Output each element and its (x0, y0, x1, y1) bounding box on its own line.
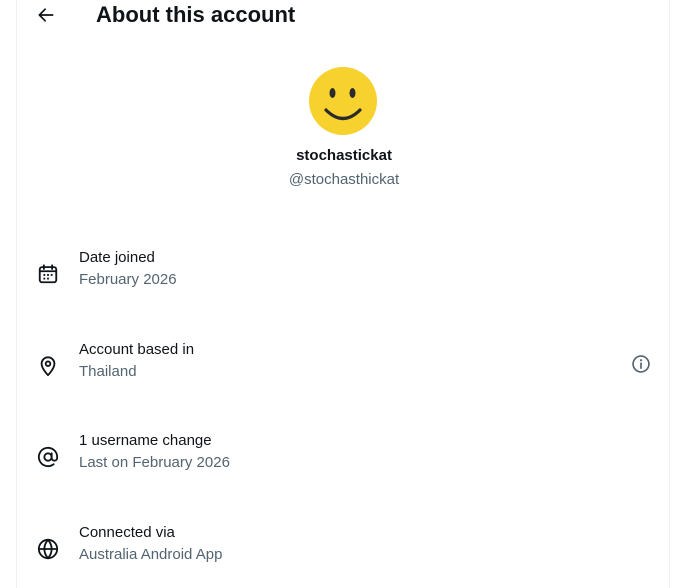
page-title: About this account (96, 2, 296, 27)
row-value: Last on February 2026 (79, 454, 230, 471)
info-row-account-based-in: Account based in Thailand (17, 340, 671, 394)
row-value: Australia Android App (79, 546, 223, 563)
row-value: Thailand (79, 363, 137, 380)
row-label: Connected via (79, 524, 175, 541)
row-label: 1 username change (79, 432, 212, 449)
info-row-date-joined: Date joined February 2026 (17, 248, 671, 302)
row-value: February 2026 (79, 271, 177, 288)
back-button[interactable] (31, 0, 61, 30)
display-name: stochastickat (296, 147, 392, 164)
avatar[interactable] (307, 65, 379, 137)
info-row-username-change: 1 username change Last on February 2026 (17, 431, 671, 485)
arrow-left-icon (38, 8, 54, 22)
at-sign-icon (37, 446, 59, 467)
row-label: Account based in (79, 341, 195, 358)
info-icon (632, 355, 650, 373)
main-column: About this account stochastickat @stocha… (16, 0, 670, 588)
calendar-icon (38, 264, 58, 284)
user-handle: @stochasthickat (288, 171, 400, 188)
row-label: Date joined (79, 249, 155, 266)
globe-icon (37, 538, 59, 560)
page-header: About this account (17, 0, 671, 32)
about-account-page: About this account stochastickat @stocha… (0, 0, 679, 588)
location-pin-icon (40, 356, 56, 377)
info-row-connected-via: Connected via Australia Android App (17, 523, 671, 577)
info-button[interactable] (629, 352, 653, 376)
smiley-face-icon (309, 67, 377, 135)
